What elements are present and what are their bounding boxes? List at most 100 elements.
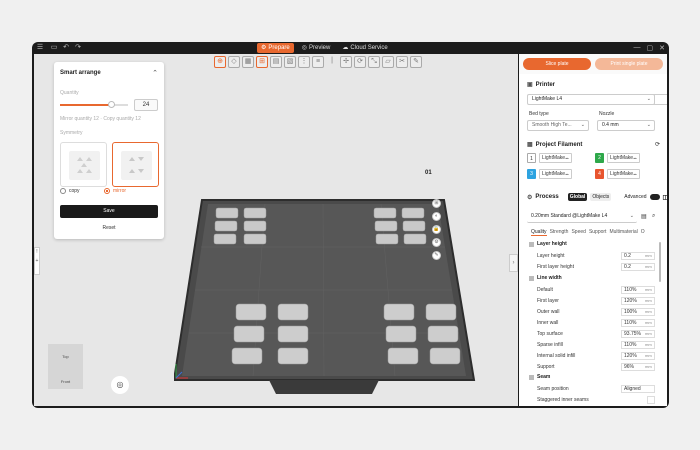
mirror-radio[interactable]: mirror — [104, 188, 126, 194]
setting-row: Default 110% mm — [537, 285, 655, 295]
slider-fill — [60, 104, 111, 106]
process-preset-dropdown[interactable]: 0.20mm Standard @LightMake L4 ⌄ — [527, 212, 637, 223]
tab-multimaterial[interactable]: Multimaterial — [609, 229, 637, 236]
view-cube-front-face[interactable]: Front — [48, 379, 83, 384]
radio-dot — [60, 188, 66, 194]
seam-position-dropdown[interactable]: Aligned — [621, 385, 655, 393]
layout-icon[interactable]: ▤ — [270, 56, 282, 68]
chevron-down-icon: ⌄ — [632, 171, 637, 177]
slider-thumb[interactable] — [107, 101, 115, 108]
global-toggle[interactable]: Global — [567, 193, 588, 201]
filament-select: LightMake... ⌄ — [539, 169, 572, 179]
plate-arrange-icon[interactable]: ⊞ — [432, 199, 441, 208]
view-cube[interactable]: Top Front — [48, 344, 83, 389]
plate-settings-icon[interactable]: ⚙ — [432, 238, 441, 247]
filament-slot-3[interactable]: 3 LightMake... ⌄ — [527, 169, 572, 179]
plate-tab — [269, 380, 379, 394]
objects-toggle[interactable]: Objects — [590, 193, 612, 201]
lay-flat-icon[interactable]: ▱ — [382, 56, 394, 68]
printer-dropdown[interactable]: LightMake L4 ⌄ — [527, 94, 655, 105]
setting-row: Support 96% mm — [537, 362, 655, 372]
staggered-seams-checkbox[interactable] — [647, 396, 655, 404]
quantity-slider[interactable] — [60, 101, 128, 108]
minimize-icon[interactable]: — — [634, 44, 641, 52]
viewport-toolbar: ⊕ ◇ ▦ ⊞ ▤ ▧ ⋮ ≡ | ✢ ⟳ ⤡ ▱ ✂ ✎ — [214, 56, 422, 68]
build-plate[interactable] — [174, 194, 494, 404]
tab-speed[interactable]: Speed — [571, 229, 585, 236]
preview-icon: ◎ — [301, 45, 307, 51]
move-icon[interactable]: ✢ — [340, 56, 352, 68]
mirror-card[interactable] — [112, 142, 159, 187]
sidebar-scrollbar[interactable] — [659, 242, 661, 282]
plate-number: 01 — [425, 170, 432, 176]
save-button[interactable]: Save — [60, 205, 158, 218]
layers-icon[interactable]: ≡ — [312, 56, 324, 68]
view-cube-top-face[interactable]: Top — [48, 354, 83, 359]
3d-viewport[interactable]: ⊕ ◇ ▦ ⊞ ▤ ▧ ⋮ ≡ | ✢ ⟳ ⤡ ▱ ✂ ✎ Smart arra… — [34, 54, 518, 406]
filament-section: ▦ Project Filament — [527, 141, 583, 149]
plate-lock-icon[interactable]: 🔒 — [432, 225, 441, 234]
plate-orient-icon[interactable]: ◐ — [432, 212, 441, 221]
setting-row: Seam position Aligned — [537, 384, 655, 394]
process-section: ⚙ Process Global Objects Advanced ◫ — [527, 193, 667, 201]
filament-slot-4[interactable]: 4 LightMake... ⌄ — [595, 169, 640, 179]
tab-strength[interactable]: Strength — [550, 229, 569, 236]
chevron-down-icon: ⌄ — [564, 155, 569, 161]
filament-slot-1[interactable]: 1 LightMake... ⌄ — [527, 153, 572, 163]
setting-row: Internal solid infill 120% mm — [537, 351, 655, 361]
cut-icon[interactable]: ✂ — [396, 56, 408, 68]
plate-edit-icon[interactable]: ✎ — [432, 251, 441, 260]
nozzle-dropdown[interactable]: 0.4 mm ⌄ — [597, 120, 655, 131]
left-collapse-handle[interactable]: ! + — [34, 247, 40, 275]
tab-others[interactable]: O — [641, 229, 645, 236]
print-single-plate-button[interactable]: Print single plate — [595, 58, 663, 70]
tab-quality[interactable]: Quality — [531, 229, 547, 236]
undo-icon[interactable]: ↶ — [62, 44, 70, 52]
compare-icon[interactable]: ◫ — [663, 194, 667, 201]
plus-icon: + — [35, 258, 39, 264]
save-icon[interactable]: ▭ — [50, 44, 58, 52]
save-preset-icon[interactable]: ▤ — [641, 213, 647, 220]
setting-row: Layer height 0.2 mm — [537, 251, 655, 261]
app-window: ☰ ▭ ↶ ↷ ⚙ Prepare ◎ Preview ☁ Cloud Service… — [32, 42, 669, 408]
copy-preview-art — [77, 157, 92, 173]
close-icon[interactable]: ✕ — [659, 44, 665, 52]
scale-icon[interactable]: ⤡ — [368, 56, 380, 68]
filament-select: LightMake... ⌄ — [607, 169, 640, 179]
grid-icon[interactable]: ▦ — [242, 56, 254, 68]
sidebar-collapse-handle[interactable]: › — [509, 254, 518, 272]
bed-type-dropdown[interactable]: Smooth High Te... ⌄ — [527, 120, 589, 131]
quantity-input[interactable]: 24 — [134, 99, 158, 111]
camera-icon[interactable]: ◎ — [111, 376, 129, 394]
process-tabs: Quality Strength Speed Support Multimate… — [531, 229, 645, 236]
orient-icon[interactable]: ▧ — [284, 56, 296, 68]
redo-icon[interactable]: ↷ — [74, 44, 82, 52]
arrange-icon[interactable]: ⊞ — [256, 56, 268, 68]
paint-icon[interactable]: ✎ — [410, 56, 422, 68]
split-icon[interactable]: ⋮ — [298, 56, 310, 68]
tab-prepare[interactable]: ⚙ Prepare — [257, 43, 294, 53]
tab-preview[interactable]: ◎ Preview — [298, 43, 335, 53]
menu-icon[interactable]: ☰ — [36, 44, 44, 52]
chevron-down-icon: ⌄ — [632, 155, 637, 161]
slice-plate-button[interactable]: Slice plate — [523, 58, 591, 70]
rotate-icon[interactable]: ⟳ — [354, 56, 366, 68]
add-object-icon[interactable]: ⊕ — [214, 56, 226, 68]
filament-slot-2[interactable]: 2 LightMake... ⌄ — [595, 153, 640, 163]
advanced-toggle[interactable] — [649, 194, 660, 200]
setting-row: Outer wall 100% mm — [537, 307, 655, 317]
tab-support[interactable]: Support — [589, 229, 607, 236]
printer-section: ▣ Printer — [527, 81, 556, 89]
maximize-icon[interactable]: ▢ — [647, 44, 654, 52]
chevron-up-icon[interactable]: ⌃ — [152, 69, 158, 77]
reset-button[interactable]: Reset — [60, 222, 158, 235]
panel-title: Smart arrange — [60, 70, 101, 76]
copy-card[interactable] — [60, 142, 107, 187]
copy-radio[interactable]: copy — [60, 188, 80, 194]
nozzle-label: Nozzle — [599, 111, 615, 117]
tab-cloud-service[interactable]: ☁ Cloud Service — [338, 43, 391, 53]
search-icon[interactable]: ⌕ — [652, 213, 655, 220]
cube-icon[interactable]: ◇ — [228, 56, 240, 68]
cloud-icon: ☁ — [342, 45, 349, 51]
sync-icon[interactable]: ⟳ — [655, 141, 660, 148]
